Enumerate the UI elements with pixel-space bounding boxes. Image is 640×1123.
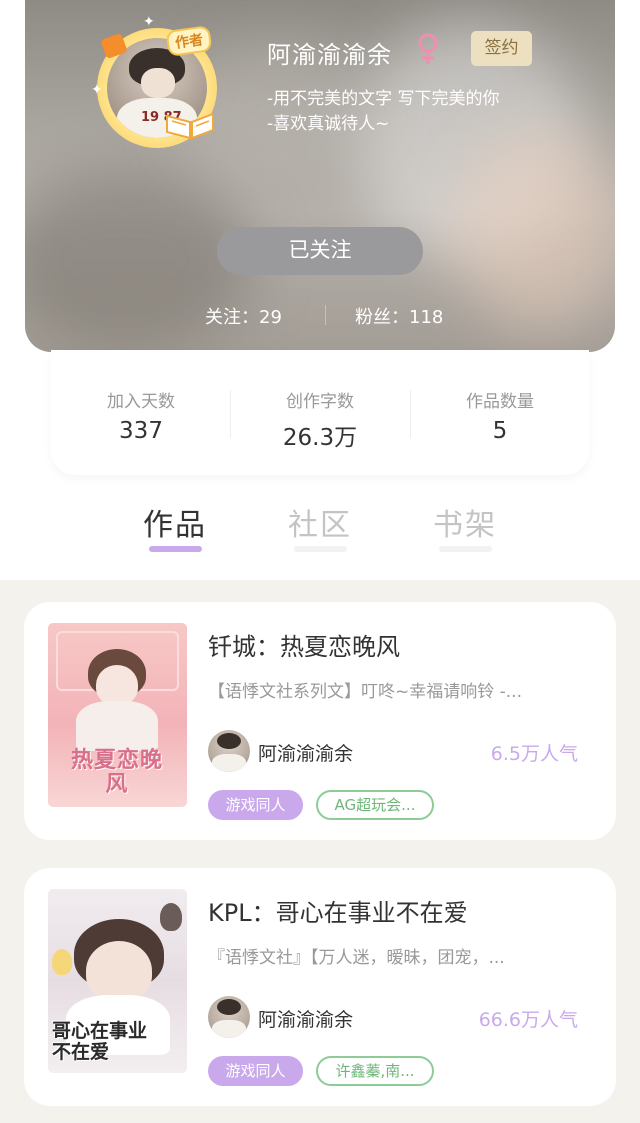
bio-line: -喜欢真诚待人~ (267, 114, 390, 134)
tag-genre[interactable]: 游戏同人 (208, 790, 303, 820)
work-title[interactable]: 钎城：热夏恋晚风 (208, 627, 400, 662)
fans-count[interactable]: 粉丝：118 (355, 303, 443, 329)
tag-genre[interactable]: 游戏同人 (208, 1056, 303, 1086)
tab-works[interactable]: 作品 (143, 500, 207, 544)
tag-fandom[interactable]: AG超玩会... (316, 790, 434, 820)
signed-badge: 签约 (471, 31, 532, 66)
author-name: 阿渝渝渝余 (258, 1009, 354, 1031)
book-cover[interactable]: 哥心在事业不在爱 (48, 889, 187, 1073)
work-title[interactable]: KPL：哥心在事业不在爱 (208, 893, 468, 928)
metrics-card: 加入天数 337 创作字数 26.3万 作品数量 5 (51, 350, 589, 475)
book-cover[interactable]: 热夏恋晚风 (48, 623, 187, 807)
tab-indicator-active (149, 546, 202, 552)
followed-button[interactable]: 已关注 (217, 227, 423, 275)
work-card[interactable]: 热夏恋晚风 钎城：热夏恋晚风 【语悸文社系列文】叮咚~幸福请响铃 -... 阿渝… (24, 602, 616, 840)
sparkle-icon: ✦ (91, 82, 103, 98)
author-avatar (208, 996, 250, 1038)
popularity-count: 6.5万人气 (490, 743, 578, 765)
tab-bookshelf[interactable]: 书架 (433, 500, 497, 544)
author-avatar (208, 730, 250, 772)
book-icon (166, 112, 214, 140)
popularity-count: 66.6万人气 (478, 1009, 578, 1031)
tab-indicator (294, 546, 347, 552)
metric-label: 加入天数 (107, 392, 175, 412)
metric-label: 创作字数 (286, 392, 354, 412)
following-count[interactable]: 关注：29 (205, 303, 282, 329)
bio-line: -用不完美的文字 写下完美的你 (267, 89, 500, 109)
metric-label: 作品数量 (466, 392, 534, 412)
work-card[interactable]: 哥心在事业不在爱 KPL：哥心在事业不在爱 『语悸文社』【万人迷，暧昧，团宠，.… (24, 868, 616, 1106)
tab-community[interactable]: 社区 (288, 500, 352, 544)
work-description: 【语悸文社系列文】叮咚~幸福请响铃 -... (208, 682, 522, 702)
female-icon (418, 33, 438, 64)
metric-join-days: 加入天数 337 (51, 387, 231, 444)
divider (325, 305, 326, 325)
sparkle-icon: ✦ (143, 14, 155, 30)
metric-works-count: 作品数量 5 (410, 387, 590, 444)
username: 阿渝渝渝余 (267, 41, 392, 69)
cover-title: 哥心在事业不在爱 (52, 1020, 148, 1063)
metric-value: 26.3万 (282, 425, 358, 451)
metric-word-count: 创作字数 26.3万 (230, 387, 410, 452)
author-name: 阿渝渝渝余 (258, 743, 354, 765)
metric-value: 337 (119, 418, 163, 444)
cover-title: 热夏恋晚风 (70, 748, 163, 797)
tab-indicator (439, 546, 492, 552)
work-description: 『语悸文社』【万人迷，暧昧，团宠，... (208, 948, 505, 968)
avatar[interactable]: 19 87 作者 ✦ ✦ (91, 14, 225, 150)
profile-header: 19 87 作者 ✦ ✦ 阿渝渝渝余 签约 -用不完美的文字 写下完美的你 -喜… (25, 0, 615, 352)
metric-value: 5 (492, 418, 508, 444)
tag-fandom[interactable]: 许鑫蓁,南... (316, 1056, 434, 1086)
